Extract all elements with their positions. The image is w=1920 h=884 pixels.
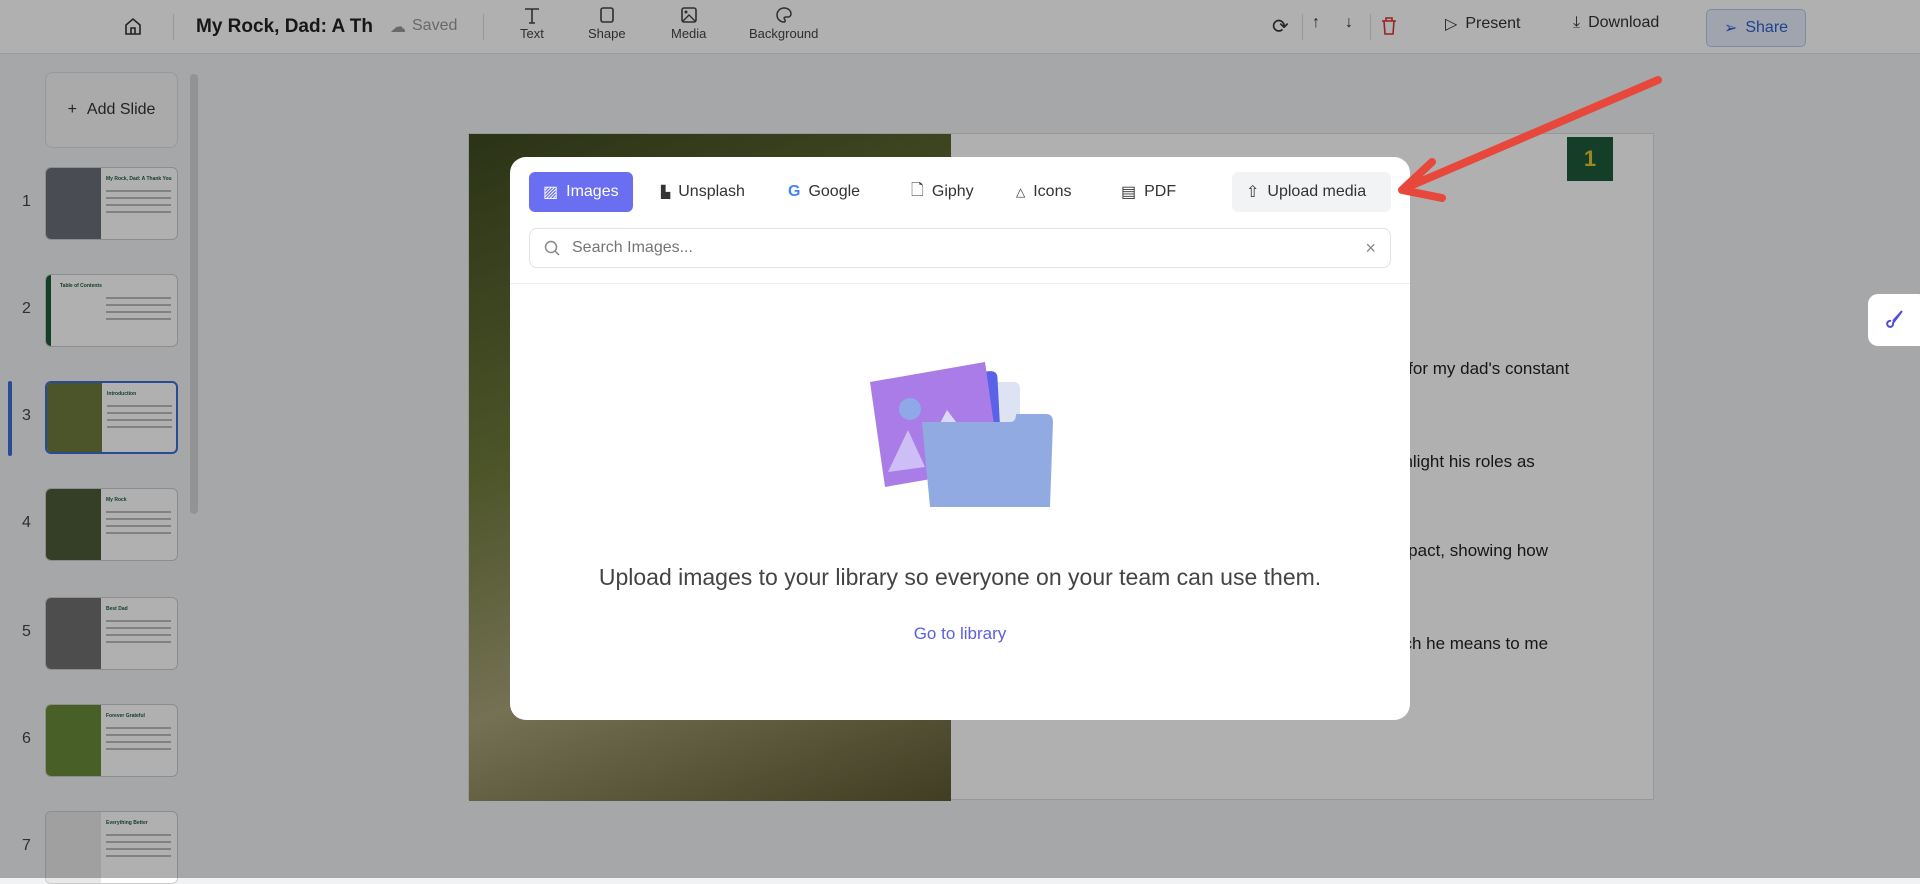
tab-giphy[interactable]: 🗋 Giphy <box>897 172 988 212</box>
shapes-icon: △ <box>1016 185 1026 199</box>
design-panel-button[interactable] <box>1868 294 1920 346</box>
image-icon: ▨ <box>543 184 559 201</box>
clear-icon[interactable]: × <box>1365 238 1376 259</box>
search-icon <box>544 240 560 256</box>
go-to-library-link[interactable]: Go to library <box>510 624 1410 644</box>
tab-unsplash[interactable]: ▙ Unsplash <box>647 172 759 212</box>
tab-icons[interactable]: △ Icons <box>1002 172 1085 212</box>
tab-google[interactable]: G Google <box>774 172 874 212</box>
divider <box>510 283 1410 284</box>
search-images-field[interactable]: × <box>529 228 1391 268</box>
tab-pdf[interactable]: ▤ PDF <box>1107 172 1190 212</box>
upload-media-button[interactable]: ⇧ Upload media <box>1232 172 1391 212</box>
file-icon: 🗋 <box>911 181 924 199</box>
tab-images[interactable]: ▨ Images <box>529 172 633 212</box>
google-icon: G <box>788 183 801 200</box>
unsplash-icon: ▙ <box>661 185 671 199</box>
search-input[interactable] <box>572 239 1354 257</box>
empty-state-message: Upload images to your library so everyon… <box>598 564 1322 590</box>
folder-illustration-icon <box>870 362 1053 507</box>
upload-icon: ⇧ <box>1246 184 1260 201</box>
pdf-icon: ▤ <box>1121 184 1137 201</box>
media-modal: ▨ Images ▙ Unsplash G Google 🗋 Giphy △ Icons … <box>510 157 1410 720</box>
paintbrush-icon <box>1886 310 1903 328</box>
